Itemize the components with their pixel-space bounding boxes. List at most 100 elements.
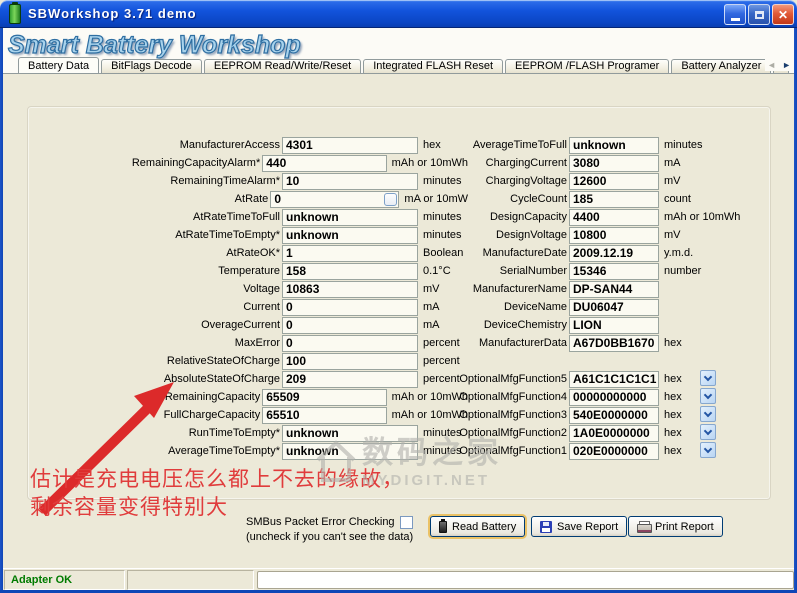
battery-icon [439,521,447,533]
field-label: DesignVoltage [400,229,567,241]
field-value-input[interactable]: 4301 [282,137,418,154]
field-value-input[interactable]: 0 [270,191,399,208]
field-label: MaxError [58,337,280,349]
field-value-input[interactable]: A61C1C1C1C1 [569,371,659,388]
field-value-input[interactable]: unknown [282,425,418,442]
field-value-input[interactable]: unknown [282,209,418,226]
field-row-manufacturedate: ManufactureDate2009.12.19 y.m.d. [400,244,750,262]
tab-battery-data[interactable]: Battery Data [18,57,99,73]
field-value-input[interactable]: LION [569,317,659,334]
chevron-down-icon [704,372,712,380]
field-value-input[interactable]: 10863 [282,281,418,298]
field-value-input[interactable]: 10800 [569,227,659,244]
field-unit: hex [664,427,682,439]
field-value-input[interactable]: 65510 [262,407,386,424]
print-report-label: Print Report [655,521,714,533]
field-value-input[interactable]: 0 [282,299,418,316]
field-label: OptionalMfgFunction5 [400,373,567,385]
field-value-input[interactable]: DU06047 [569,299,659,316]
close-button[interactable]: ✕ [772,4,794,25]
field-unit: y.m.d. [664,247,693,259]
field-value-input[interactable]: 00000000000 [569,389,659,406]
field-unit: mV [664,229,681,241]
close-icon: ✕ [778,9,788,21]
tab-eeprom-flash-programer[interactable]: EEPROM /FLASH Programer [505,59,669,73]
save-report-button[interactable]: Save Report [531,516,627,537]
chevron-down-icon [704,390,712,398]
field-label: OverageCurrent [58,319,280,331]
field-value-input[interactable]: 3080 [569,155,659,172]
dropdown-arrow-button[interactable] [700,388,716,404]
field-row-optionalmfgfunction1: OptionalMfgFunction1020E0000000 hex [400,442,750,460]
field-label: RemainingTimeAlarm* [58,175,280,187]
field-label: ChargingCurrent [400,157,567,169]
tab-scroll-control: ◄ ► [765,59,793,71]
tab-scroll-right-icon[interactable]: ► [782,59,791,71]
field-value-input[interactable]: 1 [282,245,418,262]
field-value-input[interactable]: 0 [282,335,418,352]
maximize-button[interactable] [748,4,770,25]
field-unit: hex [664,445,682,457]
field-row-optionalmfgfunction5: OptionalMfgFunction5A61C1C1C1C1hex [400,370,750,388]
field-value-input[interactable]: 158 [282,263,418,280]
field-row-optionalmfgfunction2: OptionalMfgFunction21A0E0000000 hex [400,424,750,442]
field-label: AtRate [58,193,268,205]
field-value-input[interactable]: 0 [282,317,418,334]
field-value-input[interactable]: 100 [282,353,418,370]
field-value-input[interactable]: 4400 [569,209,659,226]
field-unit: number [664,265,701,277]
dropdown-arrow-button[interactable] [700,406,716,422]
field-label: AverageTimeToEmpty* [58,445,280,457]
field-label: Temperature [58,265,280,277]
field-label: Current [58,301,280,313]
field-value-input[interactable]: DP-SAN44 [569,281,659,298]
field-value-input[interactable]: 440 [262,155,386,172]
dropdown-arrow-button[interactable] [700,424,716,440]
field-value-input[interactable]: 209 [282,371,418,388]
field-label: OptionalMfgFunction1 [400,445,567,457]
field-label: AtRateTimeToFull [58,211,280,223]
field-label: RemainingCapacity [58,391,260,403]
field-value-input[interactable]: 15346 [569,263,659,280]
field-value-input[interactable]: 12600 [569,173,659,190]
tab-integrated-flash-reset[interactable]: Integrated FLASH Reset [363,59,503,73]
tab-eeprom-read-write-reset[interactable]: EEPROM Read/Write/Reset [204,59,361,73]
field-value-input[interactable]: 540E0000000 [569,407,659,424]
tab-scroll-left-icon[interactable]: ◄ [767,59,776,71]
field-label: ManufacturerName [400,283,567,295]
field-value-input[interactable]: 1A0E0000000 [569,425,659,442]
field-label: OptionalMfgFunction4 [400,391,567,403]
field-value-input[interactable]: A67D0BB1670 [569,335,659,352]
tab-bitflags-decode[interactable]: BitFlags Decode [101,59,202,73]
field-value-input[interactable]: unknown [569,137,659,154]
smbus-pec-checkbox[interactable] [400,516,413,529]
field-label: OptionalMfgFunction2 [400,427,567,439]
field-row-manufacturername: ManufacturerNameDP-SAN44 [400,280,750,298]
smbus-pec-group: SMBus Packet Error Checking (uncheck if … [246,515,431,544]
field-value-input[interactable]: unknown [282,443,418,460]
field-label: AbsoluteStateOfCharge [58,373,280,385]
atrate-more-button[interactable] [384,193,397,206]
field-value-input[interactable]: 2009.12.19 [569,245,659,262]
field-label: SerialNumber [400,265,567,277]
dropdown-arrow-button[interactable] [700,370,716,386]
chevron-down-icon [704,444,712,452]
field-row-devicename: DeviceNameDU06047 [400,298,750,316]
dropdown-arrow-button[interactable] [700,442,716,458]
field-value-input[interactable]: unknown [282,227,418,244]
field-unit: mV [664,175,681,187]
tab-battery-analyzer[interactable]: Battery Analyzer [671,59,771,73]
minimize-button[interactable] [724,4,746,25]
field-label: ManufactureDate [400,247,567,259]
right-field-column: AverageTimeToFullunknownminutesChargingC… [400,136,750,460]
read-battery-label: Read Battery [452,521,516,533]
field-unit: hex [664,337,682,349]
field-unit: minutes [664,139,703,151]
print-report-button[interactable]: Print Report [628,516,723,537]
field-value-input[interactable]: 185 [569,191,659,208]
chevron-down-icon [704,426,712,434]
read-battery-button[interactable]: Read Battery [430,516,525,537]
field-value-input[interactable]: 10 [282,173,418,190]
field-value-input[interactable]: 65509 [262,389,386,406]
field-value-input[interactable]: 020E0000000 [569,443,659,460]
